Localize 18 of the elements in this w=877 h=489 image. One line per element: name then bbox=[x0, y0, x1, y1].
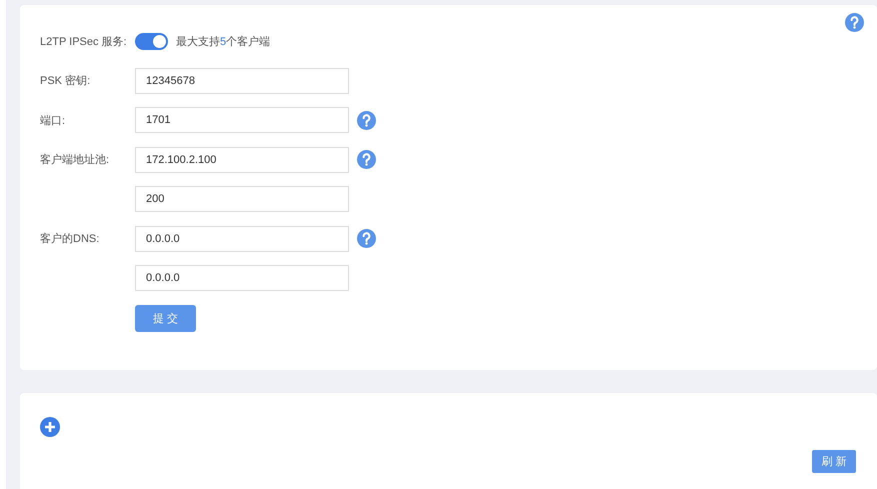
help-icon[interactable] bbox=[357, 150, 376, 169]
help-icon[interactable] bbox=[357, 229, 376, 248]
field-label: 客户端地址池: bbox=[40, 152, 110, 167]
help-icon[interactable] bbox=[845, 13, 864, 32]
input-field[interactable]: 200 bbox=[135, 186, 349, 212]
field-label: 端口: bbox=[40, 114, 66, 128]
add-icon[interactable] bbox=[40, 417, 60, 437]
field-label: PSK 密钥: bbox=[40, 74, 92, 88]
input-field[interactable]: 172.100.2.100 bbox=[135, 146, 349, 172]
input-field[interactable]: 1701 bbox=[135, 107, 349, 133]
input-field[interactable]: 0.0.0.0 bbox=[135, 265, 349, 291]
input-field[interactable]: 12345678 bbox=[135, 68, 349, 94]
help-icon[interactable] bbox=[357, 110, 376, 130]
field-label: 客户的DNS: bbox=[40, 232, 100, 246]
max-clients-note: 最大支持5个客户端 bbox=[176, 34, 270, 48]
service-label: L2TP IPSec 服务: bbox=[40, 34, 128, 48]
input-field[interactable]: 0.0.0.0 bbox=[135, 226, 349, 252]
service-toggle[interactable] bbox=[135, 32, 168, 50]
